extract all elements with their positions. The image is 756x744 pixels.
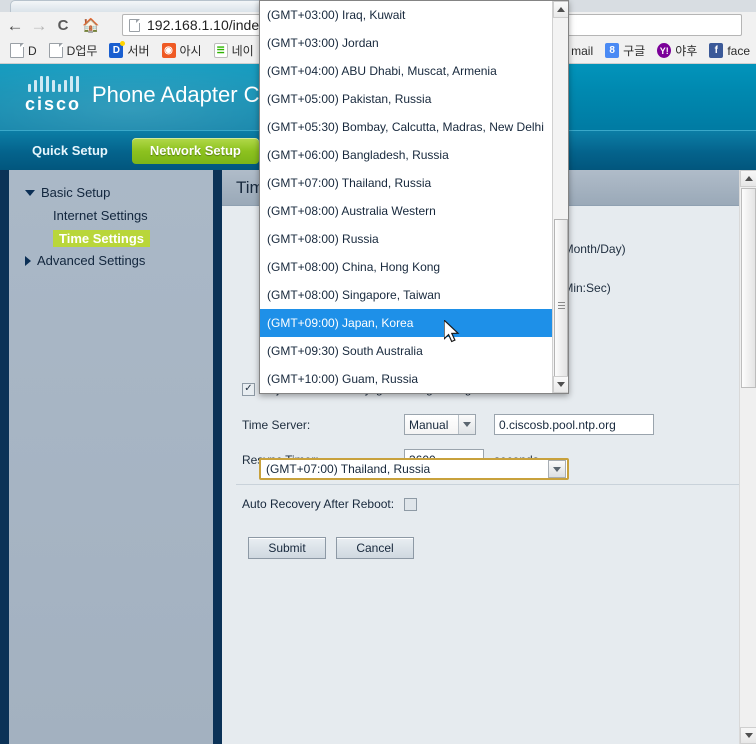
timezone-option-list: (GMT+03:00) Iraq, Kuwait (GMT+03:00) Jor… (260, 1, 553, 393)
bookmark-item[interactable]: D (4, 40, 43, 62)
sidebar-item-time-settings-wrap: Time Settings (9, 228, 213, 250)
timezone-option[interactable]: (GMT+03:00) Iraq, Kuwait (260, 1, 553, 29)
timezone-option[interactable]: (GMT+07:00) Thailand, Russia (260, 169, 553, 197)
cisco-logo: cisco (10, 76, 96, 115)
timezone-option-selected[interactable]: (GMT+09:00) Japan, Korea (260, 309, 553, 337)
auto-recovery-label: Auto Recovery After Reboot: (242, 497, 395, 511)
bookmark-label: D업무 (66, 44, 98, 58)
timezone-option[interactable]: (GMT+04:00) ABU Dhabi, Muscat, Armenia (260, 57, 553, 85)
reload-icon[interactable]: C (52, 14, 74, 36)
page-info-icon (129, 18, 140, 32)
sidebar-group-basic-setup[interactable]: Basic Setup (9, 182, 213, 203)
bookmark-item[interactable]: mail (565, 40, 599, 62)
sidebar-item-internet-settings-wrap: Internet Settings (9, 203, 213, 228)
tab-quick-setup[interactable]: Quick Setup (14, 138, 126, 164)
timezone-option[interactable]: (GMT+06:00) Bangladesh, Russia (260, 141, 553, 169)
timezone-option[interactable]: (GMT+08:00) Australia Western (260, 197, 553, 225)
sidebar: Basic Setup Internet Settings Time Setti… (0, 170, 222, 744)
chevron-down-icon (458, 415, 475, 434)
timezone-option[interactable]: (GMT+05:30) Bombay, Calcutta, Madras, Ne… (260, 113, 553, 141)
bookmark-label: 서버 (127, 44, 150, 58)
daylight-saving-checkbox[interactable]: ✓ (242, 382, 255, 396)
timezone-option[interactable]: (GMT+08:00) China, Hong Kong (260, 253, 553, 281)
bookmark-item[interactable]: Y! 야후 (651, 40, 703, 62)
timezone-option[interactable]: (GMT+10:00) Guam, Russia (260, 365, 553, 393)
bookmark-item[interactable]: f face (703, 40, 756, 62)
bookmark-item[interactable]: ☰ 네이 (208, 40, 260, 62)
time-server-row: Time Server: Manual 0.ciscosb.pool.ntp.o… (236, 414, 742, 435)
auto-recovery-checkbox[interactable] (404, 497, 418, 511)
time-server-mode-value: Manual (409, 417, 449, 432)
dropdown-scroll-thumb[interactable] (554, 219, 568, 391)
back-arrow-icon[interactable]: ← (4, 14, 26, 36)
facebook-icon: f (709, 43, 724, 58)
forward-arrow-icon[interactable]: → (28, 14, 50, 36)
timezone-option[interactable]: (GMT+09:30) South Australia (260, 337, 553, 365)
timezone-dropdown-list[interactable]: (GMT+03:00) Iraq, Kuwait (GMT+03:00) Jor… (259, 0, 569, 394)
bookmark-item[interactable]: D 서버 (103, 40, 155, 62)
chevron-right-icon (25, 255, 31, 266)
yahoo-icon: Y! (657, 43, 672, 58)
dropdown-scroll-up-button[interactable] (553, 1, 568, 18)
browser-tab[interactable] (10, 0, 265, 12)
chevron-down-icon (25, 189, 35, 196)
chevron-down-icon (548, 460, 566, 478)
bookmark-label: D (28, 43, 37, 58)
time-server-label: Time Server: (242, 417, 311, 432)
scroll-down-button[interactable] (740, 727, 756, 744)
google-icon: 8 (605, 43, 620, 58)
page-scrollbar[interactable] (739, 170, 756, 744)
bookmark-label: 네이 (231, 44, 254, 58)
grip-icon (557, 300, 565, 311)
sidebar-group-label: Basic Setup (41, 185, 111, 200)
bookmark-label: 구글 (623, 44, 646, 58)
timezone-select-value: (GMT+07:00) Thailand, Russia (266, 462, 431, 476)
cisco-wordmark: cisco (24, 94, 82, 114)
home-icon[interactable]: 🏠 (80, 14, 102, 36)
bookmark-item[interactable]: 8 구글 (599, 40, 651, 62)
document-icon (48, 43, 63, 58)
bookmark-item[interactable]: ◉ 아시 (156, 40, 208, 62)
timezone-select[interactable]: (GMT+07:00) Thailand, Russia (259, 458, 569, 480)
sidebar-group-label: Advanced Settings (37, 253, 146, 268)
document-icon (10, 43, 24, 58)
sidebar-group-advanced-settings[interactable]: Advanced Settings (9, 250, 213, 271)
time-server-mode-select[interactable]: Manual (404, 414, 476, 435)
bookmark-label: face (727, 43, 750, 58)
scroll-up-button[interactable] (740, 170, 756, 187)
time-server-value: 0.ciscosb.pool.ntp.org (499, 417, 616, 432)
dropdown-scrollbar[interactable] (552, 1, 568, 393)
naver-icon: ☰ (213, 43, 228, 58)
sidebar-item-internet-settings[interactable]: Internet Settings (9, 205, 213, 226)
timezone-option[interactable]: (GMT+08:00) Singapore, Taiwan (260, 281, 553, 309)
timezone-option[interactable]: (GMT+03:00) Jordan (260, 29, 553, 57)
mouse-cursor-icon (444, 320, 460, 343)
time-server-input[interactable]: 0.ciscosb.pool.ntp.org (494, 414, 654, 435)
dropdown-scroll-down-button[interactable] (553, 376, 568, 393)
bookmark-item[interactable]: D업무 (43, 40, 104, 62)
button-row: Submit Cancel (236, 525, 742, 559)
cisco-bars-icon (10, 76, 96, 92)
submit-button[interactable]: Submit (248, 537, 326, 559)
bookmark-label: 아시 (179, 44, 202, 58)
cancel-button[interactable]: Cancel (336, 537, 414, 559)
browser-window: ← → C 🏠 192.168.1.10/index.spa?session_i… (0, 0, 756, 744)
timezone-option[interactable]: (GMT+05:00) Pakistan, Russia (260, 85, 553, 113)
check-icon: ✓ (244, 383, 253, 394)
bookmark-label: 야후 (675, 44, 698, 58)
scroll-thumb[interactable] (741, 188, 756, 388)
tab-network-setup[interactable]: Network Setup (131, 137, 259, 164)
auto-recovery-row: Auto Recovery After Reboot: (236, 484, 742, 525)
timezone-option[interactable]: (GMT+08:00) Russia (260, 225, 553, 253)
daum-icon: D (109, 41, 126, 58)
sidebar-item-time-settings[interactable]: Time Settings (53, 230, 151, 247)
bookmark-label: mail (571, 43, 594, 58)
orange-square-icon: ◉ (161, 43, 176, 58)
